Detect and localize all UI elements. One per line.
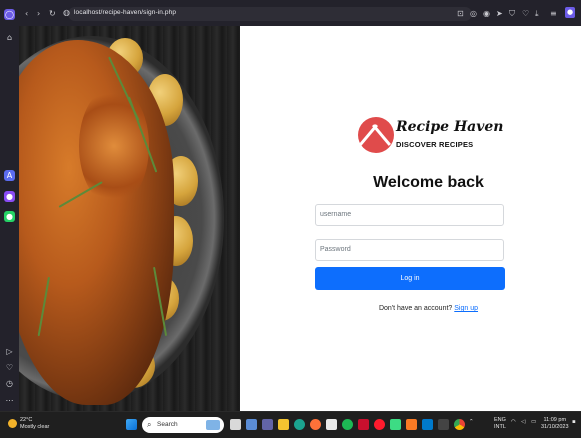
page-title: Welcome back [373,174,484,191]
brand-logo [358,117,394,153]
snapshot-icon[interactable]: ⊡ [457,9,464,19]
brand-tagline: DISCOVER RECIPES [396,140,474,149]
weather-desc: Mostly clear [20,424,50,430]
site-info-icon[interactable]: ◍ [63,8,70,18]
page-viewport: Recipe Haven DISCOVER RECIPES Welcome ba… [19,26,581,411]
firefox-icon[interactable] [310,419,321,430]
wifi-icon[interactable]: ◠ [511,419,516,426]
shield-icon[interactable]: ⛉ [509,9,515,19]
messenger-icon[interactable]: ● [4,191,15,202]
tray-overflow-icon[interactable]: ⌃ [469,419,474,426]
send-icon[interactable]: ➤ [496,9,503,19]
search-icon: ⌕ [147,420,152,429]
file-explorer-icon[interactable] [278,419,289,430]
language-indicator[interactable]: ENG INTL [494,417,506,431]
opera-logo-icon[interactable]: ◯ [4,9,15,20]
vscode-icon[interactable] [422,419,433,430]
taskbar-search[interactable]: ⌕ Search [142,417,224,433]
mcafee-icon[interactable] [358,419,369,430]
player-icon[interactable]: ▷ [4,346,15,357]
url-text: localhost/recipe-haven/sign-in.php [74,9,177,16]
password-input[interactable]: Password [315,239,504,261]
aria-icon[interactable]: A [4,170,15,181]
signup-prompt-text: Don't have an account? [378,305,453,312]
battery-icon[interactable]: ▭ [531,419,536,426]
browser-sidebar: ◯ ⌂ A ● ● ▷ ♡ ◷ ⋯ [0,0,20,411]
forward-button[interactable]: › [37,9,40,19]
widgets-icon[interactable] [246,419,257,430]
menu-icon[interactable]: ≡ [550,9,557,19]
roast-chicken-image [19,26,240,411]
location-icon[interactable]: ◉ [483,9,490,19]
heart-outline-icon[interactable]: ♡ [522,9,529,19]
android-icon[interactable] [390,419,401,430]
fork-icon [371,124,392,146]
volume-icon[interactable]: ◁ [521,419,525,426]
heart-icon[interactable]: ♡ [4,362,15,373]
reload-button[interactable]: ↻ [49,9,56,19]
whatsapp-icon[interactable]: ● [4,211,15,222]
teams-icon[interactable] [262,419,273,430]
search-highlight-icon [206,420,220,430]
brand-name: Recipe Haven [396,119,504,135]
clock-date: 31/10/2023 [541,424,569,430]
chrome-icon[interactable] [454,419,465,430]
spotify-icon[interactable] [342,419,353,430]
download-icon[interactable]: ⤓ [535,9,539,19]
back-button[interactable]: ‹ [25,9,28,19]
signup-link[interactable]: Sign up [454,305,478,312]
weather-moon-icon[interactable] [8,419,17,428]
language-bottom: INTL [494,424,506,430]
more-icon[interactable]: ⋯ [4,395,15,406]
clock-time: 11:09 pm [543,417,567,423]
terminal-icon[interactable] [438,419,449,430]
home-icon[interactable]: ⌂ [4,32,15,43]
camera-icon[interactable]: ◎ [470,9,477,19]
login-button[interactable]: Log in [315,267,505,290]
profile-icon[interactable]: ● [565,7,575,18]
weather-temp: 22°C [20,417,33,423]
search-placeholder: Search [157,421,178,428]
windows-start-icon[interactable] [126,419,137,430]
language-top: ENG [494,417,506,423]
notepad-icon[interactable] [326,419,337,430]
weather-widget[interactable]: 22°C Mostly clear [20,417,49,431]
task-view-icon[interactable] [230,419,241,430]
edge-icon[interactable] [294,419,305,430]
signup-prompt: Don't have an account? Sign up [315,305,542,312]
xampp-icon[interactable] [406,419,417,430]
clock[interactable]: 11:09 pm 31/10/2023 [541,417,569,431]
notification-icon[interactable]: ▪ [572,419,576,426]
taskbar: 22°C Mostly clear ⌕ Search ⌃ ENG INTL ◠ … [0,411,581,438]
username-input[interactable]: username [315,204,504,226]
history-icon[interactable]: ◷ [4,378,15,389]
opera-icon[interactable] [374,419,385,430]
